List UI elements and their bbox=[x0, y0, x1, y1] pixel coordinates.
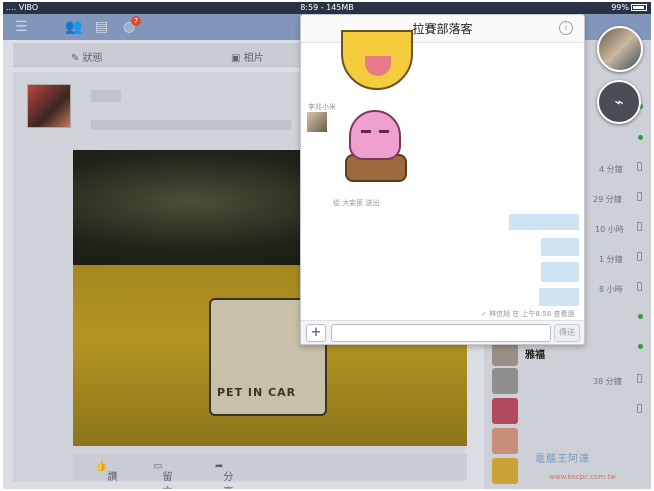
sender-avatar[interactable] bbox=[307, 112, 327, 132]
battery-icon bbox=[631, 4, 647, 11]
poster-avatar[interactable] bbox=[27, 84, 71, 128]
message-bubble[interactable] bbox=[539, 288, 579, 306]
mobile-icon bbox=[637, 222, 642, 231]
photo-label: 相片 bbox=[243, 53, 264, 64]
friends-icon[interactable]: 👥 bbox=[65, 18, 82, 36]
send-button[interactable]: 傳送 bbox=[554, 324, 580, 342]
share-button[interactable]: ➦ 分享 bbox=[215, 461, 233, 489]
ios-status-bar: .... VIBO 8:59 - 145MB 99% bbox=[3, 2, 651, 14]
online-dot bbox=[638, 344, 643, 349]
last-active-time: 10 小時 bbox=[595, 225, 624, 234]
battery-percent: 99% bbox=[611, 3, 629, 12]
mobile-icon bbox=[637, 252, 642, 261]
messages-icon[interactable]: ▤ bbox=[95, 18, 108, 36]
sticker-eye bbox=[361, 130, 371, 133]
status-button[interactable]: ✎ 狀態 bbox=[71, 49, 103, 64]
online-dot bbox=[638, 135, 643, 140]
chat-input-bar: + 傳送 bbox=[301, 320, 584, 344]
message-bubble[interactable] bbox=[509, 214, 579, 230]
friend-avatar[interactable] bbox=[492, 428, 518, 454]
last-active-time: 1 分鐘 bbox=[599, 255, 623, 264]
online-dot bbox=[638, 314, 643, 319]
status-time: 8:59 - 145MB bbox=[300, 3, 354, 12]
sender-name: 李兆小米 bbox=[308, 103, 336, 111]
seen-receipt: 林信旭 在 上午8:58 查看過 bbox=[481, 309, 574, 319]
comment-button[interactable]: ▭ 留言 bbox=[153, 461, 172, 489]
status-label: 狀態 bbox=[82, 53, 103, 64]
friend-avatar[interactable] bbox=[492, 458, 518, 484]
mobile-icon bbox=[637, 282, 642, 291]
sticker-caption: 從 大妄匪 送出 bbox=[333, 199, 380, 207]
battery-indicator: 99% bbox=[611, 2, 647, 14]
messenger-icon[interactable]: ⌁ bbox=[597, 80, 641, 124]
message-input[interactable] bbox=[331, 324, 551, 342]
hamburger-icon[interactable]: ☰ bbox=[15, 18, 28, 36]
mobile-icon bbox=[637, 404, 642, 413]
comment-label: 留言 bbox=[162, 472, 173, 489]
friend-avatar[interactable] bbox=[492, 398, 518, 424]
watermark-text: 電腦王阿達 bbox=[535, 454, 590, 465]
message-bubble[interactable] bbox=[541, 238, 579, 256]
last-active-time: 38 分鐘 bbox=[593, 377, 622, 386]
like-button[interactable]: 👍 讚 bbox=[95, 461, 117, 483]
sticker-eye bbox=[379, 130, 389, 133]
blurred-text bbox=[91, 120, 291, 130]
last-active-time: 8 小時 bbox=[599, 285, 623, 294]
chat-head-avatar[interactable] bbox=[597, 26, 643, 72]
chat-panel: 拉賽部落客 i 李兆小米 從 大妄匪 送出 林信旭 在 上午8:58 查看過 +… bbox=[300, 14, 585, 345]
photo-button[interactable]: ▣ 相片 bbox=[231, 49, 264, 64]
watermark-url: www.kocpc.com.tw bbox=[549, 473, 616, 481]
mobile-icon bbox=[637, 192, 642, 201]
sticker-text: PET IN CAR bbox=[217, 386, 297, 399]
last-active-time: 29 分鐘 bbox=[593, 195, 622, 204]
mobile-icon bbox=[637, 374, 642, 383]
screenshot-root: .... VIBO 8:59 - 145MB 99% ☰ 👥 ▤ ◍ 7 ✎ 狀… bbox=[3, 2, 651, 489]
friend-avatar[interactable] bbox=[492, 368, 518, 394]
last-active-time: 4 分鐘 bbox=[599, 165, 623, 174]
blurred-name bbox=[91, 90, 121, 102]
post-action-bar: 👍 讚 ▭ 留言 ➦ 分享 bbox=[73, 454, 467, 489]
sticker-laughing-face[interactable] bbox=[341, 30, 413, 90]
notification-badge: 7 bbox=[131, 16, 141, 26]
info-icon[interactable]: i bbox=[559, 21, 573, 35]
chat-conversation[interactable]: 李兆小米 從 大妄匪 送出 林信旭 在 上午8:58 查看過 bbox=[301, 30, 584, 320]
add-attachment-button[interactable]: + bbox=[306, 324, 326, 342]
mobile-icon bbox=[637, 162, 642, 171]
message-bubble[interactable] bbox=[541, 262, 579, 282]
sticker-tongue bbox=[365, 56, 391, 76]
sticker-pink-creature[interactable] bbox=[345, 110, 407, 186]
share-label: 分享 bbox=[223, 472, 234, 489]
sticker-head bbox=[349, 110, 401, 160]
like-label: 讚 bbox=[107, 472, 118, 483]
friend-name: 雅福 bbox=[525, 350, 545, 361]
